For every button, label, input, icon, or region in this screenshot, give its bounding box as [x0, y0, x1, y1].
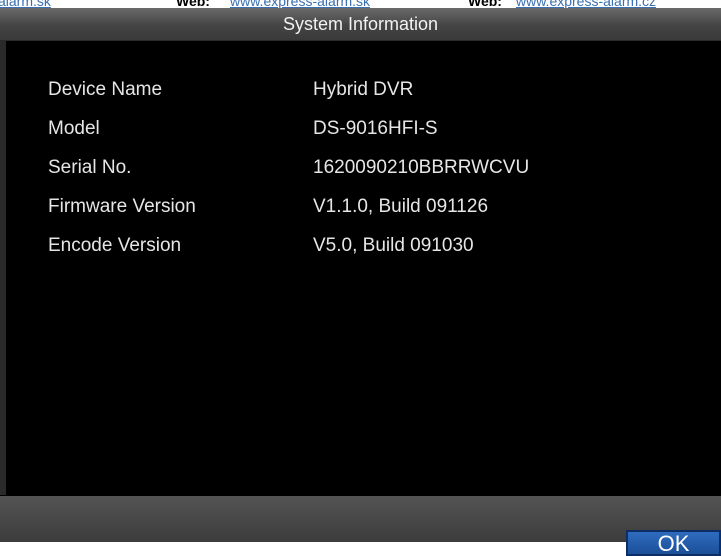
left-border	[0, 41, 6, 495]
info-row-device-name: Device Name Hybrid DVR	[48, 78, 668, 117]
info-value: V1.1.0, Build 091126	[313, 196, 489, 217]
info-list: Device Name Hybrid DVR Model DS-9016HFI-…	[48, 78, 668, 273]
info-label: Model	[48, 118, 100, 139]
info-value: 1620090210BBRRWCVU	[313, 157, 530, 178]
document-web-header: alarm.sk Web: www.express-alarm.sk Web: …	[0, 0, 721, 8]
info-row-serial-no: Serial No. 1620090210BBRRWCVU	[48, 156, 668, 195]
info-row-firmware-version: Firmware Version V1.1.0, Build 091126	[48, 195, 668, 234]
web-label-1: Web:	[176, 0, 210, 8]
info-value: V5.0, Build 091030	[313, 235, 474, 256]
web-link-fragment[interactable]: alarm.sk	[0, 0, 51, 8]
web-link-sk[interactable]: www.express-alarm.sk	[230, 0, 370, 8]
info-row-encode-version: Encode Version V5.0, Build 091030	[48, 234, 668, 273]
dialog-title: System Information	[282, 14, 439, 34]
info-value: DS-9016HFI-S	[313, 118, 438, 139]
info-label: Encode Version	[48, 235, 182, 256]
info-label: Firmware Version	[48, 196, 196, 217]
bottom-bar: OK	[0, 496, 721, 556]
info-value: Hybrid DVR	[313, 79, 414, 100]
info-row-model: Model DS-9016HFI-S	[48, 117, 668, 156]
ok-button[interactable]: OK	[626, 530, 721, 556]
info-label: Device Name	[48, 79, 163, 100]
title-bar: System Information	[0, 8, 721, 41]
web-link-cz[interactable]: www.express-alarm.cz	[516, 0, 656, 8]
system-information-dialog: System Information Device Name Hybrid DV…	[0, 8, 721, 556]
web-label-2: Web:	[468, 0, 502, 8]
info-label: Serial No.	[48, 157, 132, 178]
